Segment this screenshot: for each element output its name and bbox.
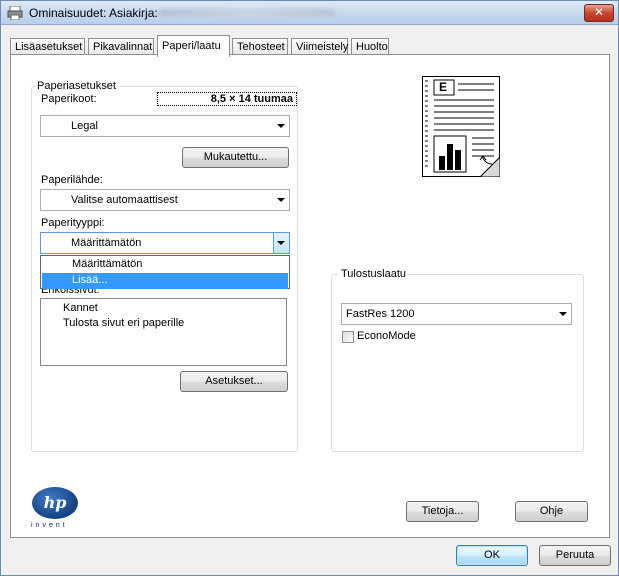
chevron-down-icon bbox=[559, 312, 567, 316]
hp-logo: hp bbox=[32, 487, 78, 519]
paper-type-combo[interactable]: Määrittämätön bbox=[40, 232, 290, 254]
paper-type-value: Määrittämätön bbox=[71, 237, 142, 249]
print-quality-group bbox=[331, 274, 584, 452]
window-title: Ominaisuudet: Asiakirja: bbox=[29, 6, 158, 20]
properties-dialog: Ominaisuudet: Asiakirja: ✕ Lisäasetukset… bbox=[0, 0, 619, 576]
paper-size-combo[interactable]: Legal bbox=[40, 115, 290, 137]
paper-source-label: Paperilähde: bbox=[41, 174, 103, 186]
page-preview-icon bbox=[422, 76, 500, 177]
paper-type-dropdown-button[interactable] bbox=[273, 233, 289, 253]
hp-invent-tagline: invent bbox=[31, 522, 68, 529]
paper-size-label: Paperikoot: bbox=[41, 93, 97, 105]
preview-letter: E bbox=[439, 80, 448, 94]
paper-source-combo[interactable]: Valitse automaattisest bbox=[40, 189, 290, 211]
paper-size-dimensions: 8,5 × 14 tuumaa bbox=[157, 92, 297, 106]
econo-mode-label[interactable]: EconoMode bbox=[357, 330, 416, 342]
chevron-down-icon bbox=[277, 198, 285, 202]
printer-icon bbox=[7, 6, 23, 20]
paper-size-value: Legal bbox=[71, 120, 98, 132]
print-quality-value: FastRes 1200 bbox=[346, 308, 415, 320]
ok-button[interactable]: OK bbox=[456, 545, 528, 566]
custom-size-button[interactable]: Mukautettu... bbox=[182, 147, 289, 168]
title-bar[interactable]: Ominaisuudet: Asiakirja: ✕ bbox=[1, 1, 618, 25]
special-pages-list[interactable]: Kannet Tulosta sivut eri paperille bbox=[40, 298, 287, 366]
dropdown-option-more[interactable]: Lisää... bbox=[42, 273, 288, 289]
print-quality-label: Tulostuslaatu bbox=[339, 268, 409, 280]
about-button[interactable]: Tietoja... bbox=[406, 501, 479, 522]
paper-source-value: Valitse automaattisest bbox=[71, 194, 178, 206]
print-quality-combo[interactable]: FastRes 1200 bbox=[341, 303, 572, 325]
chevron-down-icon bbox=[277, 241, 285, 245]
settings-button[interactable]: Asetukset... bbox=[180, 371, 288, 392]
blurred-document-name bbox=[159, 9, 335, 17]
list-item[interactable]: Kannet bbox=[63, 302, 98, 314]
paper-type-dropdown-list: Määrittämätön Lisää... bbox=[40, 255, 290, 289]
econo-mode-checkbox[interactable] bbox=[342, 331, 354, 343]
help-button[interactable]: Ohje bbox=[515, 501, 588, 522]
cancel-button[interactable]: Peruuta bbox=[539, 545, 611, 566]
list-item[interactable]: Tulosta sivut eri paperille bbox=[63, 317, 184, 329]
chevron-down-icon bbox=[277, 124, 285, 128]
close-button[interactable]: ✕ bbox=[584, 4, 614, 22]
paper-options-label: Paperiasetukset bbox=[35, 80, 118, 92]
dropdown-option-unspecified[interactable]: Määrittämätön bbox=[42, 257, 288, 273]
tab-paper-quality[interactable]: Paperi/laatu bbox=[157, 35, 230, 57]
paper-type-label: Paperityyppi: bbox=[41, 217, 105, 229]
